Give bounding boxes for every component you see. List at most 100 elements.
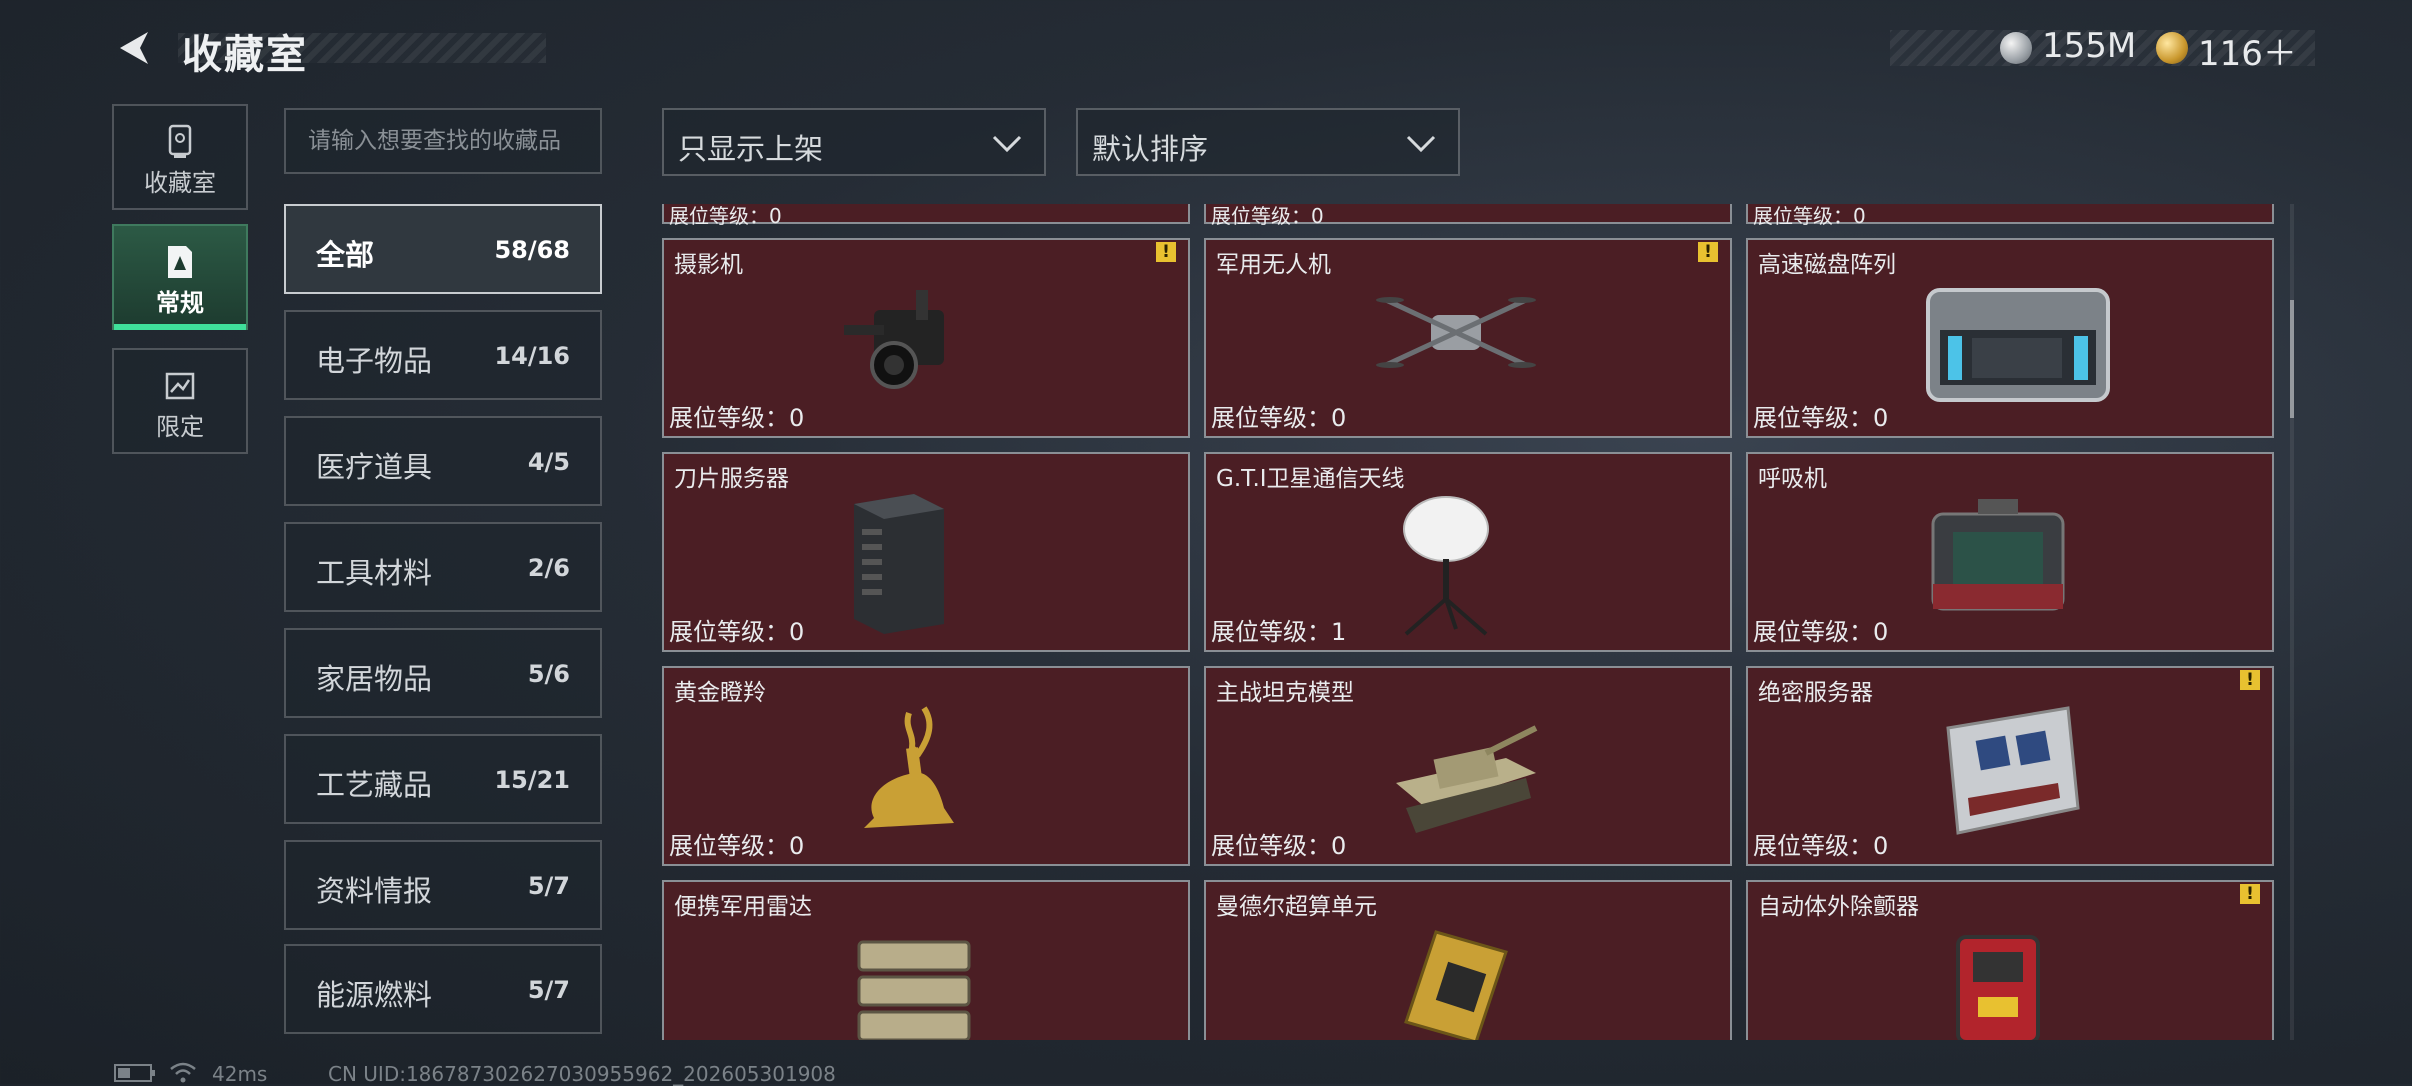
category-tools[interactable]: 工具材料 2/6 xyxy=(284,522,602,612)
tank-model-icon xyxy=(1396,725,1538,833)
category-count: 14/16 xyxy=(494,342,570,370)
item-name: 呼吸机 xyxy=(1758,466,1827,492)
cpu-unit-icon xyxy=(1404,930,1508,1040)
booth-level: 展位等级：0 xyxy=(669,204,782,228)
collection-card[interactable]: 主战坦克模型 展位等级：0 xyxy=(1204,666,1732,866)
category-fuel[interactable]: 能源燃料 5/7 xyxy=(284,944,602,1034)
category-intel[interactable]: 资料情报 5/7 xyxy=(284,840,602,930)
collection-card[interactable]: 自动体外除颤器 ! xyxy=(1746,880,2274,1040)
booth-level: 展位等级：0 xyxy=(1211,204,1324,228)
item-name: 便携军用雷达 xyxy=(674,894,812,920)
item-name: 军用无人机 xyxy=(1216,252,1331,278)
item-name: 绝密服务器 xyxy=(1758,680,1873,706)
collection-card[interactable]: 摄影机 ! 展位等级：0 xyxy=(662,238,1190,438)
warning-icon: ! xyxy=(1698,242,1718,262)
card-icon xyxy=(168,246,192,278)
collection-card[interactable]: 呼吸机 展位等级：0 xyxy=(1746,452,2274,652)
booth-level-value: 0 xyxy=(1873,832,1889,860)
booth-level: 展位等级：0 xyxy=(1211,398,1346,433)
booth-level: 展位等级：0 xyxy=(1753,398,1888,433)
category-count: 2/6 xyxy=(527,554,570,582)
booth-level-value: 0 xyxy=(1873,618,1889,646)
collection-card[interactable]: 高速磁盘阵列 展位等级：0 xyxy=(1746,238,2274,438)
defibrillator-icon xyxy=(1956,935,2040,1040)
collection-card[interactable]: 军用无人机 ! 展位等级：0 xyxy=(1204,238,1732,438)
category-label: 家居物品 xyxy=(316,662,433,696)
item-name: 黄金瞪羚 xyxy=(674,680,766,706)
collection-card[interactable]: G.T.I卫星通信天线 展位等级：1 xyxy=(1204,452,1732,652)
silver-coin-icon xyxy=(2000,32,2032,64)
nav-tab-regular[interactable]: 常规 xyxy=(112,224,248,330)
booth-level-label: 展位等级： xyxy=(669,832,789,860)
ping-value: 42ms xyxy=(212,1062,268,1086)
booth-level-label: 展位等级： xyxy=(1753,832,1873,860)
item-name: 主战坦克模型 xyxy=(1216,680,1354,706)
back-arrow-icon[interactable] xyxy=(112,26,156,70)
category-count: 5/7 xyxy=(527,872,570,900)
silver-amount: 155M xyxy=(2042,26,2137,66)
category-count: 4/5 xyxy=(527,448,570,476)
category-label: 能源燃料 xyxy=(316,978,433,1012)
nav-tab-label: 常规 xyxy=(156,289,204,317)
booth-level-label: 展位等级： xyxy=(669,618,789,646)
collection-card[interactable]: 便携军用雷达 xyxy=(662,880,1190,1040)
booth-level: 展位等级：1 xyxy=(1211,612,1346,647)
category-all[interactable]: 全部 58/68 xyxy=(284,204,602,294)
collection-grid[interactable]: 展位等级：0 展位等级：0 展位等级：0 摄影机 ! 展位等级：0 军用无人机 … xyxy=(662,204,2274,1040)
nav-tab-limited[interactable]: 限定 xyxy=(112,348,248,454)
sort-value: 默认排序 xyxy=(1092,132,1209,166)
sort-dropdown[interactable]: 默认排序 xyxy=(1076,108,1460,176)
category-crafts[interactable]: 工艺藏品 15/21 xyxy=(284,734,602,824)
booth-level: 展位等级：0 xyxy=(1753,826,1888,861)
booth-level-label: 展位等级： xyxy=(1211,618,1331,646)
category-label: 医疗道具 xyxy=(316,450,433,484)
warning-icon: ! xyxy=(2240,884,2260,904)
booth-level-value: 1 xyxy=(1331,618,1347,646)
warning-icon: ! xyxy=(2240,670,2260,690)
booth-level-label: 展位等级： xyxy=(669,404,789,432)
collection-card[interactable]: 刀片服务器 展位等级：0 xyxy=(662,452,1190,652)
booth-level-value: 0 xyxy=(1873,404,1889,432)
disk-array-icon xyxy=(1926,288,2110,402)
category-count: 5/7 xyxy=(527,976,570,1004)
item-name: 刀片服务器 xyxy=(674,466,789,492)
item-name: 高速磁盘阵列 xyxy=(1758,252,1896,278)
booth-level: 展位等级：0 xyxy=(669,826,804,861)
category-count: 58/68 xyxy=(494,236,570,264)
category-label: 全部 xyxy=(316,238,375,272)
page-title: 收藏室 xyxy=(182,32,308,78)
booth-level-label: 展位等级： xyxy=(1211,404,1331,432)
battery-icon xyxy=(114,1064,155,1082)
booth-level-label: 展位等级： xyxy=(1211,832,1331,860)
collection-card[interactable]: 绝密服务器 ! 展位等级：0 xyxy=(1746,666,2274,866)
collection-card-partial[interactable]: 展位等级：0 xyxy=(1746,204,2274,228)
nav-tab-label: 收藏室 xyxy=(144,169,216,197)
booth-level: 展位等级：0 xyxy=(1211,826,1346,861)
category-household[interactable]: 家居物品 5/6 xyxy=(284,628,602,718)
blade-server-icon xyxy=(854,494,944,634)
camera-icon xyxy=(844,290,944,389)
uid-text: CN UID:18678730262703095596​2_2026053019… xyxy=(328,1062,836,1086)
nav-tab-collection-room[interactable]: 收藏室 xyxy=(112,104,248,210)
booth-level: 展位等级：0 xyxy=(1753,204,1866,228)
category-medical[interactable]: 医疗道具 4/5 xyxy=(284,416,602,506)
satellite-dish-icon xyxy=(1403,496,1489,636)
booth-level-value: 0 xyxy=(789,832,805,860)
category-electronics[interactable]: 电子物品 14/16 xyxy=(284,310,602,400)
booth-level-label: 展位等级： xyxy=(1753,618,1873,646)
collection-card-partial[interactable]: 展位等级：0 xyxy=(1204,204,1732,228)
gold-amount[interactable]: 116＋ xyxy=(2198,26,2297,75)
collection-card[interactable]: 曼德尔超算单元 xyxy=(1204,880,1732,1040)
item-name: 摄影机 xyxy=(674,252,743,278)
scrollbar-thumb[interactable] xyxy=(2290,300,2294,418)
collection-card-partial[interactable]: 展位等级：0 xyxy=(662,204,1190,228)
chevron-down-icon xyxy=(992,135,1022,153)
booth-level-value: 0 xyxy=(789,618,805,646)
collection-card[interactable]: 黄金瞪羚 展位等级：0 xyxy=(662,666,1190,866)
search-input[interactable] xyxy=(284,108,602,174)
radar-icon xyxy=(857,940,971,1040)
display-filter-dropdown[interactable]: 只显示上架 xyxy=(662,108,1046,176)
booth-level: 展位等级：0 xyxy=(1753,612,1888,647)
category-label: 工艺藏品 xyxy=(316,768,433,802)
trophy-case-icon xyxy=(168,124,192,158)
